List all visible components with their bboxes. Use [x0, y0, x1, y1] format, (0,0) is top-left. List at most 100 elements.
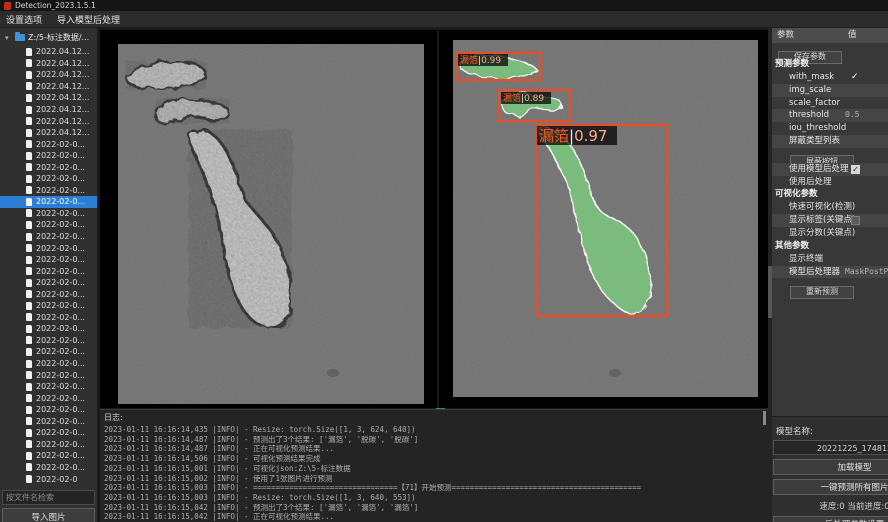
- detection-label-2: 漏箔|0.89: [503, 92, 544, 104]
- log-line: 2023-01-11 16:16:15,002 |INFO| - 使用了1张图片…: [104, 474, 768, 484]
- file-item[interactable]: 2022-02-0...: [0, 439, 97, 451]
- tree-root-label: Z:/5-标注数据/...: [28, 32, 89, 43]
- search-input[interactable]: [2, 490, 95, 505]
- menu-import-postprocess[interactable]: 导入模型后处理: [57, 13, 120, 26]
- file-label: 2022-02-0...: [36, 151, 85, 160]
- file-item[interactable]: 2022.04.12...: [0, 58, 97, 70]
- file-item[interactable]: 2022-02-0...: [0, 416, 97, 428]
- file-item[interactable]: 2022-02-0...: [0, 312, 97, 324]
- log-console[interactable]: 日志: 2023-01-11 16:16:14,435 |INFO| - Res…: [100, 409, 768, 522]
- param-row[interactable]: scale_factor: [772, 97, 888, 110]
- file-icon: [26, 267, 32, 275]
- param-row[interactable]: 快速可视化(检测): [772, 201, 888, 214]
- file-item[interactable]: 2022-02-0...: [0, 242, 97, 254]
- import-images-button[interactable]: 导入图片: [2, 508, 95, 522]
- file-item[interactable]: 2022.04.12...: [0, 92, 97, 104]
- file-item[interactable]: 2022-02-0...: [0, 196, 97, 208]
- param-row[interactable]: threshold0.5: [772, 109, 888, 122]
- postprocess-settings-button[interactable]: 后处理参数设置: [773, 516, 888, 522]
- param-value: MaskPostPro: [845, 266, 888, 279]
- file-icon: [26, 360, 32, 368]
- file-label: 2022-02-0...: [36, 451, 85, 460]
- file-item[interactable]: 2022-02-0...: [0, 185, 97, 197]
- file-item[interactable]: 2022-02-0: [0, 473, 97, 485]
- file-item[interactable]: 2022-02-0...: [0, 288, 97, 300]
- file-label: 2022-02-0...: [36, 359, 85, 368]
- checkbox-checked-icon[interactable]: ✓: [851, 165, 860, 174]
- param-button[interactable]: 重新预测: [790, 286, 854, 299]
- file-item[interactable]: 2022-02-0...: [0, 138, 97, 150]
- file-item[interactable]: 2022-02-0...: [0, 208, 97, 220]
- file-label: 2022-02-0...: [36, 301, 85, 310]
- file-item[interactable]: 2022-02-0...: [0, 404, 97, 416]
- file-item[interactable]: 2022-02-0...: [0, 427, 97, 439]
- param-row[interactable]: 使用模型后处理✓: [772, 163, 888, 176]
- param-row[interactable]: 使用后处理: [772, 176, 888, 189]
- param-row[interactable]: 模型后处理器 MaskPostPro: [772, 266, 888, 279]
- file-item[interactable]: 2022.04.12...: [0, 46, 97, 58]
- file-item[interactable]: 2022-02-0...: [0, 450, 97, 462]
- menu-settings[interactable]: 设置选项: [6, 13, 42, 26]
- file-item[interactable]: 2022-02-0...: [0, 150, 97, 162]
- param-row[interactable]: 屏蔽类型列表: [772, 135, 888, 148]
- param-row[interactable]: 显示标签(关键点): [772, 214, 888, 227]
- file-item[interactable]: 2022.04.12...: [0, 69, 97, 81]
- file-item[interactable]: 2022.04.12...: [0, 104, 97, 116]
- file-item[interactable]: 2022-02-0...: [0, 358, 97, 370]
- log-line: 2023-01-11 16:16:15,003 |INFO| - Resize:…: [104, 493, 768, 503]
- file-item[interactable]: 2022-02-0...: [0, 335, 97, 347]
- file-label: 2022-02-0...: [36, 347, 85, 356]
- file-item[interactable]: 2022-02-0...: [0, 254, 97, 266]
- file-icon: [26, 440, 32, 448]
- file-item[interactable]: 2022-02-0...: [0, 161, 97, 173]
- param-label: 使用后处理: [789, 177, 832, 187]
- file-icon: [26, 175, 32, 183]
- file-item[interactable]: 2022-02-0...: [0, 300, 97, 312]
- file-item[interactable]: 2022-02-0...: [0, 277, 97, 289]
- file-item[interactable]: 2022-02-0...: [0, 173, 97, 185]
- predict-all-button[interactable]: 一键预测所有图片: [773, 479, 888, 495]
- file-item[interactable]: 2022-02-0...: [0, 265, 97, 277]
- model-name-field[interactable]: 20221225_174813: [773, 440, 888, 455]
- image-panel-detections[interactable]: 漏箔|0.99 漏箔|0.89 漏箔|0.97: [439, 30, 768, 408]
- file-item[interactable]: 2022-02-0...: [0, 381, 97, 393]
- param-label: 模型后处理器: [789, 267, 840, 277]
- file-label: 2022-02-0...: [36, 417, 85, 426]
- file-item[interactable]: 2022-02-0...: [0, 323, 97, 335]
- model-name-label: 模型名称:: [776, 425, 888, 437]
- log-line: 2023-01-11 16:16:15,042 |INFO| - 正在可视化预测…: [104, 512, 768, 522]
- param-row[interactable]: img_scale: [772, 84, 888, 97]
- file-icon: [26, 279, 32, 287]
- file-label: 2022.04.12...: [36, 93, 89, 102]
- checkbox-empty-icon[interactable]: [851, 216, 860, 225]
- file-item[interactable]: 2022-02-0...: [0, 346, 97, 358]
- log-scrollbar[interactable]: [763, 411, 766, 425]
- file-item[interactable]: 2022.04.12...: [0, 115, 97, 127]
- file-icon: [26, 383, 32, 391]
- file-icon: [26, 117, 32, 125]
- file-item[interactable]: 2022-02-0...: [0, 369, 97, 381]
- param-row[interactable]: 显示分数(关键点): [772, 227, 888, 240]
- progress-status: 速度:0 当前进度:0: [773, 500, 888, 512]
- file-icon: [26, 221, 32, 229]
- log-line: 2023-01-11 16:16:15,042 |INFO| - 预测出了3个结…: [104, 503, 768, 513]
- file-item[interactable]: 2022-02-0...: [0, 462, 97, 474]
- image-panel-original[interactable]: [100, 30, 437, 408]
- window-title: Detection_2023.1.5.1: [15, 1, 96, 10]
- chevron-down-icon[interactable]: ▾: [5, 34, 12, 42]
- file-item[interactable]: 2022-02-0...: [0, 392, 97, 404]
- file-item[interactable]: 2022-02-0...: [0, 231, 97, 243]
- param-row[interactable]: with_mask✓: [772, 71, 888, 84]
- param-row[interactable]: iou_threshold: [772, 122, 888, 135]
- file-item[interactable]: 2022-02-0...: [0, 219, 97, 231]
- model-panel: 模型名称: 20221225_174813 加载模型 一键预测所有图片 速度:0…: [772, 416, 888, 522]
- file-item[interactable]: 2022.04.12...: [0, 81, 97, 93]
- param-row[interactable]: 显示终端: [772, 253, 888, 266]
- file-icon: [26, 186, 32, 194]
- tree-root[interactable]: ▾ Z:/5-标注数据/...: [0, 30, 97, 45]
- file-label: 2022-02-0...: [36, 244, 85, 253]
- param-section: 可视化参数: [772, 188, 888, 201]
- file-item[interactable]: 2022.04.12...: [0, 127, 97, 139]
- load-model-button[interactable]: 加载模型: [773, 459, 888, 475]
- file-icon: [26, 209, 32, 217]
